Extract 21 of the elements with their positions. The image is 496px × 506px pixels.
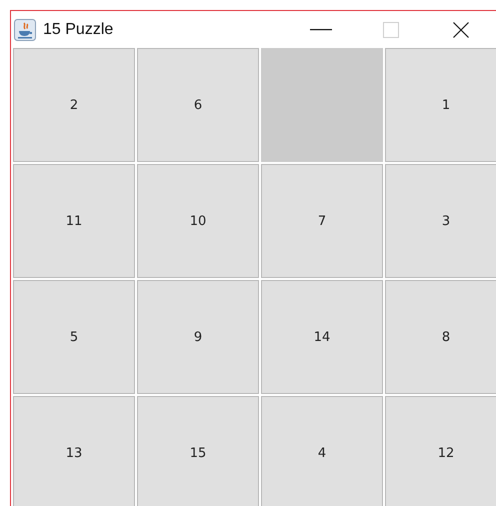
number-tile[interactable]: 10	[137, 164, 259, 278]
maximize-icon	[383, 22, 399, 38]
close-icon	[453, 22, 469, 38]
number-tile[interactable]: 11	[13, 164, 135, 278]
number-tile[interactable]: 14	[261, 280, 383, 394]
number-tile[interactable]: 7	[261, 164, 383, 278]
number-tile[interactable]: 13	[13, 396, 135, 506]
number-tile[interactable]: 6	[137, 48, 259, 162]
window-title: 15 Puzzle	[43, 20, 114, 38]
number-tile[interactable]: 1	[385, 48, 496, 162]
minimize-icon	[310, 28, 332, 30]
number-tile[interactable]: 15	[137, 396, 259, 506]
number-tile[interactable]: 5	[13, 280, 135, 394]
empty-tile[interactable]	[261, 48, 383, 162]
number-tile[interactable]: 3	[385, 164, 496, 278]
number-tile[interactable]: 2	[13, 48, 135, 162]
number-tile[interactable]: 4	[261, 396, 383, 506]
number-tile[interactable]: 9	[137, 280, 259, 394]
number-tile[interactable]: 8	[385, 280, 496, 394]
number-tile[interactable]: 12	[385, 396, 496, 506]
coffee-cup-icon[interactable]	[14, 18, 36, 40]
